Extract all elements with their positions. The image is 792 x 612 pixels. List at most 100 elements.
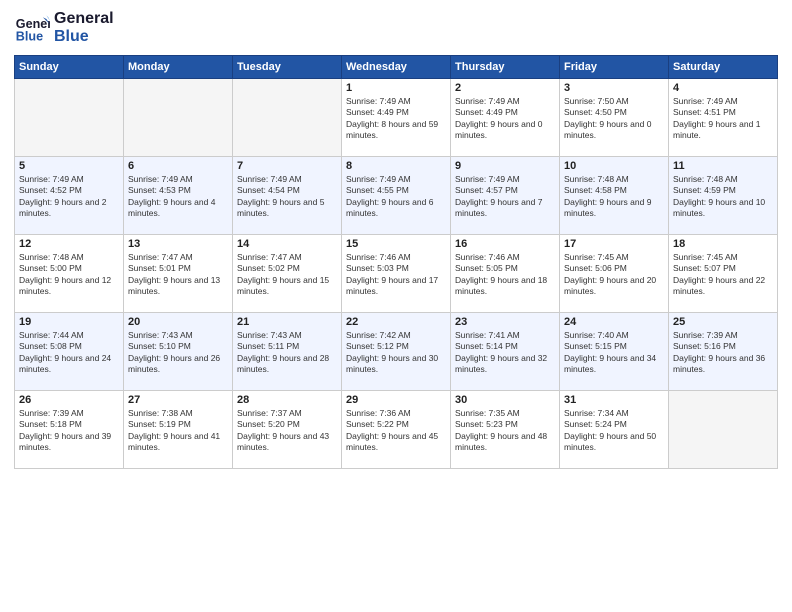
- day-number: 27: [128, 394, 228, 406]
- cell-info: Sunrise: 7:48 AMSunset: 5:00 PMDaylight:…: [19, 252, 119, 298]
- calendar-cell: 4 Sunrise: 7:49 AMSunset: 4:51 PMDaylight…: [669, 78, 778, 156]
- cell-info: Sunrise: 7:48 AMSunset: 4:59 PMDaylight:…: [673, 174, 773, 220]
- header: General Blue General Blue: [14, 10, 778, 47]
- cell-info: Sunrise: 7:49 AMSunset: 4:49 PMDaylight:…: [346, 96, 446, 142]
- calendar-cell: 8 Sunrise: 7:49 AMSunset: 4:55 PMDaylight…: [342, 156, 451, 234]
- calendar-cell: [669, 390, 778, 468]
- day-number: 17: [564, 238, 664, 250]
- calendar-cell: 18 Sunrise: 7:45 AMSunset: 5:07 PMDayligh…: [669, 234, 778, 312]
- day-number: 3: [564, 82, 664, 94]
- day-number: 28: [237, 394, 337, 406]
- cell-info: Sunrise: 7:49 AMSunset: 4:49 PMDaylight:…: [455, 96, 555, 142]
- calendar-cell: 30 Sunrise: 7:35 AMSunset: 5:23 PMDayligh…: [451, 390, 560, 468]
- cell-info: Sunrise: 7:43 AMSunset: 5:10 PMDaylight:…: [128, 330, 228, 376]
- calendar-cell: 21 Sunrise: 7:43 AMSunset: 5:11 PMDayligh…: [233, 312, 342, 390]
- day-number: 14: [237, 238, 337, 250]
- calendar-cell: 6 Sunrise: 7:49 AMSunset: 4:53 PMDaylight…: [124, 156, 233, 234]
- calendar-cell: 19Sunrise: 7:44 AMSunset: 5:08 PMDayligh…: [15, 312, 124, 390]
- day-number: 23: [455, 316, 555, 328]
- calendar-cell: 16 Sunrise: 7:46 AMSunset: 5:05 PMDayligh…: [451, 234, 560, 312]
- calendar-cell: 2 Sunrise: 7:49 AMSunset: 4:49 PMDaylight…: [451, 78, 560, 156]
- day-number: 25: [673, 316, 773, 328]
- calendar-week-row: 19Sunrise: 7:44 AMSunset: 5:08 PMDayligh…: [15, 312, 778, 390]
- calendar-cell: 3 Sunrise: 7:50 AMSunset: 4:50 PMDaylight…: [560, 78, 669, 156]
- cell-info: Sunrise: 7:49 AMSunset: 4:54 PMDaylight:…: [237, 174, 337, 220]
- page: General Blue General Blue SundayMondayTu…: [0, 0, 792, 612]
- day-number: 31: [564, 394, 664, 406]
- col-header-sunday: Sunday: [15, 55, 124, 78]
- cell-info: Sunrise: 7:46 AMSunset: 5:05 PMDaylight:…: [455, 252, 555, 298]
- calendar-week-row: 1Sunrise: 7:49 AMSunset: 4:49 PMDaylight…: [15, 78, 778, 156]
- day-number: 29: [346, 394, 446, 406]
- calendar-cell: 1Sunrise: 7:49 AMSunset: 4:49 PMDaylight…: [342, 78, 451, 156]
- calendar-cell: 13Sunrise: 7:47 AMSunset: 5:01 PMDayligh…: [124, 234, 233, 312]
- cell-info: Sunrise: 7:47 AMSunset: 5:02 PMDaylight:…: [237, 252, 337, 298]
- day-number: 6: [128, 160, 228, 172]
- day-number: 22: [346, 316, 446, 328]
- cell-info: Sunrise: 7:45 AMSunset: 5:06 PMDaylight:…: [564, 252, 664, 298]
- calendar-table: SundayMondayTuesdayWednesdayThursdayFrid…: [14, 55, 778, 469]
- day-number: 18: [673, 238, 773, 250]
- calendar-cell: 28 Sunrise: 7:37 AMSunset: 5:20 PMDayligh…: [233, 390, 342, 468]
- day-number: 13: [128, 238, 228, 250]
- cell-info: Sunrise: 7:49 AMSunset: 4:55 PMDaylight:…: [346, 174, 446, 220]
- cell-info: Sunrise: 7:35 AMSunset: 5:23 PMDaylight:…: [455, 408, 555, 454]
- calendar-cell: 22 Sunrise: 7:42 AMSunset: 5:12 PMDayligh…: [342, 312, 451, 390]
- day-number: 10: [564, 160, 664, 172]
- calendar-cell: [15, 78, 124, 156]
- day-number: 16: [455, 238, 555, 250]
- day-number: 12: [19, 238, 119, 250]
- calendar-cell: 17 Sunrise: 7:45 AMSunset: 5:06 PMDayligh…: [560, 234, 669, 312]
- cell-info: Sunrise: 7:49 AMSunset: 4:53 PMDaylight:…: [128, 174, 228, 220]
- cell-info: Sunrise: 7:41 AMSunset: 5:14 PMDaylight:…: [455, 330, 555, 376]
- col-header-friday: Friday: [560, 55, 669, 78]
- cell-info: Sunrise: 7:43 AMSunset: 5:11 PMDaylight:…: [237, 330, 337, 376]
- logo: General Blue General Blue: [14, 10, 114, 47]
- cell-info: Sunrise: 7:45 AMSunset: 5:07 PMDaylight:…: [673, 252, 773, 298]
- calendar-cell: 23 Sunrise: 7:41 AMSunset: 5:14 PMDayligh…: [451, 312, 560, 390]
- logo-general: General: [54, 10, 114, 28]
- day-number: 20: [128, 316, 228, 328]
- logo-blue: Blue: [54, 28, 114, 46]
- calendar-cell: 7 Sunrise: 7:49 AMSunset: 4:54 PMDaylight…: [233, 156, 342, 234]
- calendar-cell: 5 Sunrise: 7:49 AMSunset: 4:52 PMDaylight…: [15, 156, 124, 234]
- calendar-cell: 20 Sunrise: 7:43 AMSunset: 5:10 PMDayligh…: [124, 312, 233, 390]
- cell-info: Sunrise: 7:37 AMSunset: 5:20 PMDaylight:…: [237, 408, 337, 454]
- cell-info: Sunrise: 7:49 AMSunset: 4:51 PMDaylight:…: [673, 96, 773, 142]
- day-number: 30: [455, 394, 555, 406]
- cell-info: Sunrise: 7:50 AMSunset: 4:50 PMDaylight:…: [564, 96, 664, 142]
- day-number: 4: [673, 82, 773, 94]
- day-number: 9: [455, 160, 555, 172]
- cell-info: Sunrise: 7:46 AMSunset: 5:03 PMDaylight:…: [346, 252, 446, 298]
- calendar-cell: [124, 78, 233, 156]
- calendar-week-row: 12 Sunrise: 7:48 AMSunset: 5:00 PMDayligh…: [15, 234, 778, 312]
- cell-info: Sunrise: 7:49 AMSunset: 4:52 PMDaylight:…: [19, 174, 119, 220]
- cell-info: Sunrise: 7:42 AMSunset: 5:12 PMDaylight:…: [346, 330, 446, 376]
- calendar-cell: 31 Sunrise: 7:34 AMSunset: 5:24 PMDayligh…: [560, 390, 669, 468]
- calendar-cell: 11Sunrise: 7:48 AMSunset: 4:59 PMDayligh…: [669, 156, 778, 234]
- cell-info: Sunrise: 7:48 AMSunset: 4:58 PMDaylight:…: [564, 174, 664, 220]
- day-number: 8: [346, 160, 446, 172]
- calendar-cell: 15 Sunrise: 7:46 AMSunset: 5:03 PMDayligh…: [342, 234, 451, 312]
- day-number: 21: [237, 316, 337, 328]
- day-number: 15: [346, 238, 446, 250]
- calendar-cell: [233, 78, 342, 156]
- calendar-cell: 27 Sunrise: 7:38 AMSunset: 5:19 PMDayligh…: [124, 390, 233, 468]
- cell-info: Sunrise: 7:39 AMSunset: 5:16 PMDaylight:…: [673, 330, 773, 376]
- day-number: 5: [19, 160, 119, 172]
- day-number: 19: [19, 316, 119, 328]
- cell-info: Sunrise: 7:49 AMSunset: 4:57 PMDaylight:…: [455, 174, 555, 220]
- cell-info: Sunrise: 7:34 AMSunset: 5:24 PMDaylight:…: [564, 408, 664, 454]
- day-number: 7: [237, 160, 337, 172]
- day-number: 26: [19, 394, 119, 406]
- cell-info: Sunrise: 7:38 AMSunset: 5:19 PMDaylight:…: [128, 408, 228, 454]
- calendar-cell: 9 Sunrise: 7:49 AMSunset: 4:57 PMDaylight…: [451, 156, 560, 234]
- col-header-tuesday: Tuesday: [233, 55, 342, 78]
- calendar-week-row: 26Sunrise: 7:39 AMSunset: 5:18 PMDayligh…: [15, 390, 778, 468]
- svg-text:Blue: Blue: [16, 30, 43, 44]
- col-header-saturday: Saturday: [669, 55, 778, 78]
- col-header-monday: Monday: [124, 55, 233, 78]
- calendar-cell: 10 Sunrise: 7:48 AMSunset: 4:58 PMDayligh…: [560, 156, 669, 234]
- day-number: 2: [455, 82, 555, 94]
- logo-icon: General Blue: [14, 10, 50, 46]
